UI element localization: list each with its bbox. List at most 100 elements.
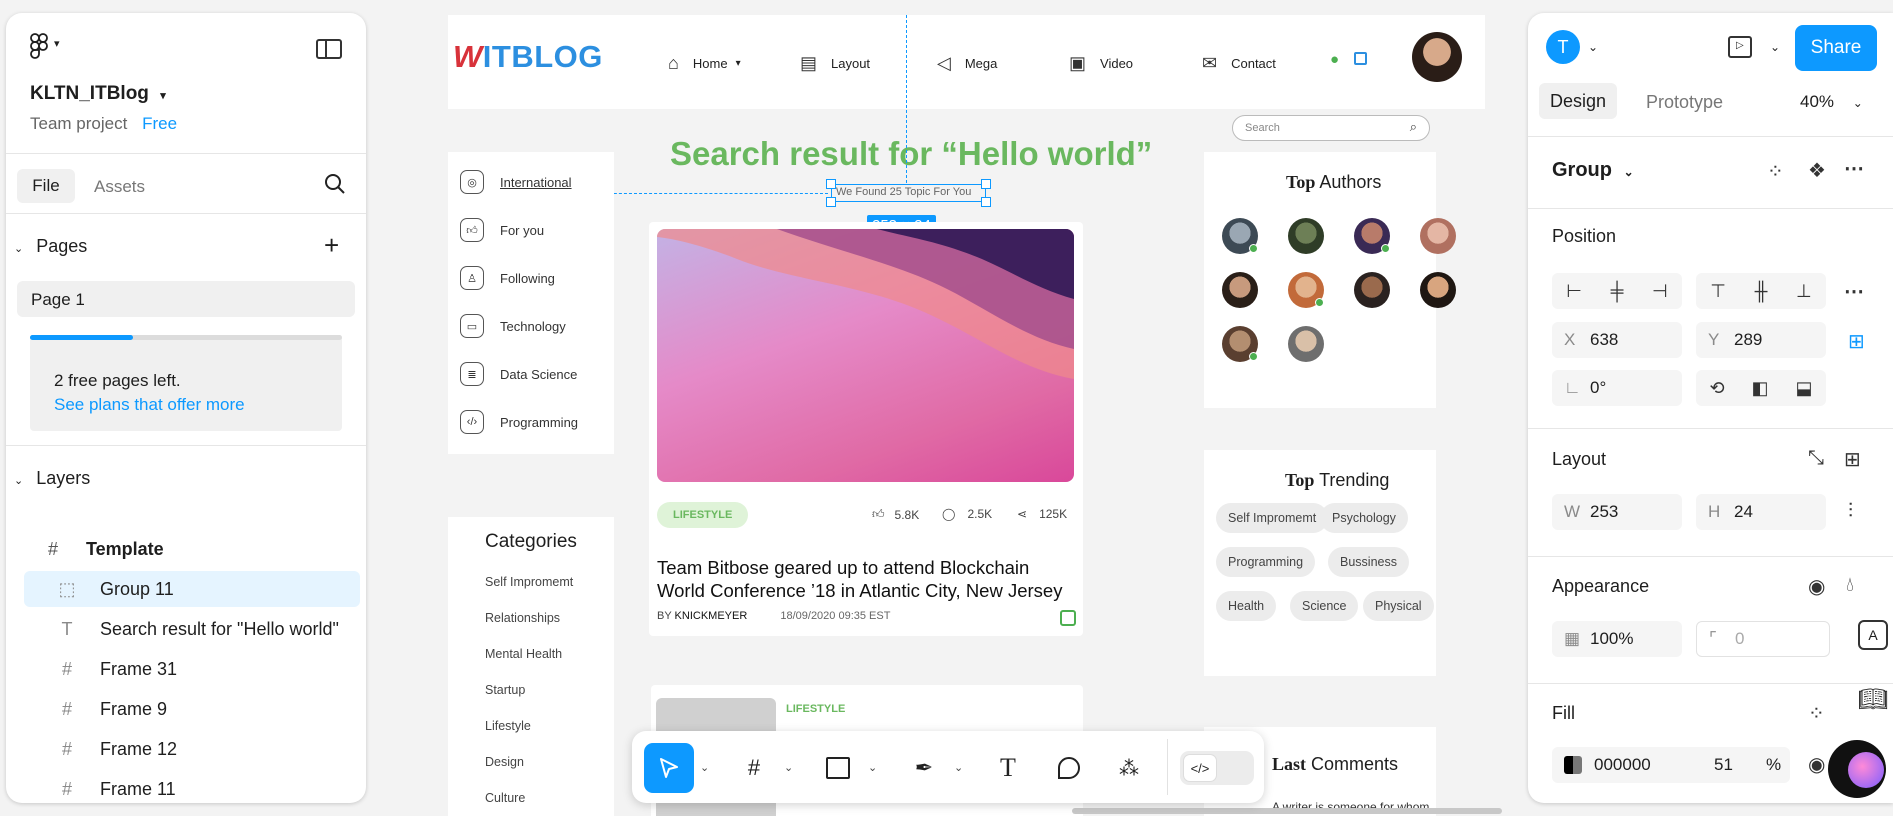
- search-icon[interactable]: [324, 173, 348, 197]
- author-avatar[interactable]: [1222, 326, 1258, 362]
- author-avatar[interactable]: [1354, 218, 1390, 254]
- author-avatar[interactable]: [1354, 272, 1390, 308]
- edit-icon[interactable]: [1354, 52, 1367, 65]
- vertical-align-group[interactable]: ⊤ ╫ ⊥: [1696, 273, 1826, 309]
- height-field[interactable]: H 24: [1696, 494, 1826, 530]
- user-avatar[interactable]: [1412, 32, 1462, 82]
- toggle-sidebar-icon[interactable]: [316, 39, 342, 59]
- canvas-scrollbar[interactable]: [1072, 808, 1502, 814]
- text-tool-button[interactable]: T: [989, 749, 1027, 787]
- canvas-frame[interactable]: WITBLOG ⌂ Home ▾ ▤ Layout ◁ Mega ▣ Video ✉ Con…: [448, 15, 1485, 816]
- y-value[interactable]: 289: [1734, 330, 1762, 350]
- layer-row[interactable]: # Frame 12: [24, 731, 360, 767]
- side-nav-item[interactable]: ♙ Following: [460, 266, 555, 290]
- author-avatar[interactable]: [1288, 272, 1324, 308]
- category-item[interactable]: Relationships: [485, 611, 560, 625]
- trending-chip[interactable]: Health: [1216, 591, 1277, 621]
- layers-header[interactable]: ⌄ Layers: [14, 468, 90, 489]
- tab-file[interactable]: File: [17, 169, 75, 203]
- corner-radius-field[interactable]: ⌜ 0: [1696, 621, 1830, 657]
- x-position-field[interactable]: X 638: [1552, 322, 1682, 358]
- category-item[interactable]: Lifestyle: [485, 719, 531, 733]
- figma-logo-icon[interactable]: ▾: [30, 33, 70, 59]
- add-page-icon[interactable]: +: [324, 230, 339, 261]
- move-tool-button[interactable]: [644, 743, 694, 793]
- file-name[interactable]: KLTN_ITBlog ▾: [30, 83, 366, 105]
- resize-handle[interactable]: [981, 197, 991, 207]
- styles-icon[interactable]: ⁘: [1808, 701, 1825, 726]
- collapse-icon[interactable]: ⤡: [1808, 447, 1824, 470]
- resize-handle[interactable]: [826, 197, 836, 207]
- zoom-select[interactable]: 40% ⌄: [1800, 92, 1863, 112]
- more-icon[interactable]: ⋯: [1844, 156, 1864, 181]
- trending-chip[interactable]: Science: [1290, 591, 1359, 621]
- selected-subheading[interactable]: We Found 25 Topic For You: [831, 184, 986, 202]
- nav-home[interactable]: ⌂ Home ▾: [668, 53, 741, 74]
- chevron-down-icon[interactable]: ⌄: [1588, 40, 1598, 54]
- reader-icon[interactable]: 📖︎: [1858, 685, 1888, 715]
- post-card[interactable]: LIFESTYLE 👍︎ 5.8K ◯ 2.5K ⋖ 125K Team Bitbos…: [649, 222, 1083, 636]
- post-2-tag[interactable]: LIFESTYLE: [786, 703, 845, 715]
- fill-hex-value[interactable]: 000000: [1594, 755, 1714, 775]
- nav-contact[interactable]: ✉ Contact: [1202, 53, 1276, 74]
- flip-vertical-icon[interactable]: ⬓: [1795, 378, 1812, 399]
- align-center-h-icon[interactable]: ╪: [1611, 281, 1624, 302]
- blend-mode-icon[interactable]: 💧︎: [1846, 574, 1854, 597]
- rotate-icon[interactable]: ⟲: [1709, 378, 1724, 399]
- trending-chip[interactable]: Programming: [1216, 547, 1316, 577]
- chevron-down-icon[interactable]: ⌄: [954, 761, 963, 774]
- post-image[interactable]: [657, 229, 1074, 482]
- category-item[interactable]: Culture: [485, 791, 525, 805]
- tab-assets[interactable]: Assets: [94, 177, 145, 197]
- trending-chip[interactable]: Self Impromemt: [1216, 503, 1329, 533]
- pages-header[interactable]: ⌄ Pages: [14, 236, 87, 257]
- side-nav-item[interactable]: ◎ International: [460, 170, 572, 194]
- fill-opacity-value[interactable]: 51: [1714, 755, 1766, 775]
- align-top-icon[interactable]: ⊤: [1710, 281, 1726, 302]
- align-left-icon[interactable]: ⊢: [1566, 281, 1582, 302]
- category-item[interactable]: Startup: [485, 683, 525, 697]
- align-right-icon[interactable]: ⊣: [1652, 281, 1668, 302]
- site-logo[interactable]: WITBLOG: [453, 39, 603, 75]
- opacity-field[interactable]: ▦ 100%: [1552, 621, 1682, 657]
- post-shares[interactable]: ⋖ 125K: [1017, 507, 1067, 521]
- translate-icon[interactable]: A: [1858, 620, 1888, 650]
- x-value[interactable]: 638: [1590, 330, 1618, 350]
- grid-icon[interactable]: ⁘: [1767, 159, 1784, 184]
- w-value[interactable]: 253: [1590, 502, 1618, 522]
- author-avatar[interactable]: [1288, 326, 1324, 362]
- eye-icon[interactable]: ◉: [1808, 574, 1825, 599]
- layer-row[interactable]: T Search result for "Hello world": [24, 611, 360, 647]
- align-middle-icon[interactable]: ╫: [1755, 281, 1768, 302]
- selection-type[interactable]: Group ⌄: [1552, 159, 1634, 182]
- bookmark-icon[interactable]: [1060, 610, 1076, 626]
- comment-tool-button[interactable]: [1050, 749, 1088, 787]
- constraints-icon[interactable]: ⊞: [1848, 329, 1865, 354]
- tab-prototype[interactable]: Prototype: [1646, 92, 1723, 113]
- opacity-value[interactable]: 100%: [1590, 629, 1633, 649]
- actions-tool-button[interactable]: ⁂: [1110, 749, 1148, 787]
- category-item[interactable]: Design: [485, 755, 524, 769]
- author-avatar[interactable]: [1222, 218, 1258, 254]
- auto-layout-icon[interactable]: ⊞: [1844, 447, 1861, 472]
- nav-video[interactable]: ▣ Video: [1069, 53, 1133, 74]
- constrain-proportions-icon[interactable]: ⫶: [1848, 500, 1853, 523]
- side-nav-item[interactable]: ▭ Technology: [460, 314, 566, 338]
- resize-handle[interactable]: [826, 179, 836, 189]
- component-icon[interactable]: ❖: [1808, 158, 1826, 183]
- side-nav-item[interactable]: ‹/› Programming: [460, 410, 578, 434]
- tab-design[interactable]: Design: [1539, 83, 1617, 119]
- chevron-down-icon[interactable]: ⌄: [1770, 40, 1780, 54]
- page-item[interactable]: Page 1: [17, 281, 355, 317]
- rotation-field[interactable]: ∟ 0°: [1552, 370, 1682, 406]
- chevron-down-icon[interactable]: ⌄: [868, 761, 877, 774]
- share-button[interactable]: Share: [1795, 25, 1877, 71]
- pen-tool-button[interactable]: ✒: [905, 749, 943, 787]
- more-icon[interactable]: ⋯: [1844, 279, 1864, 304]
- search-result-heading[interactable]: Search result for “Hello world”: [670, 135, 1152, 173]
- post-comments[interactable]: ◯ 2.5K: [942, 507, 992, 521]
- user-avatar[interactable]: T: [1546, 30, 1580, 64]
- post-likes[interactable]: 👍︎ 5.8K: [872, 507, 919, 522]
- layer-row[interactable]: # Frame 11: [24, 771, 360, 803]
- layer-row[interactable]: # Template: [24, 531, 360, 567]
